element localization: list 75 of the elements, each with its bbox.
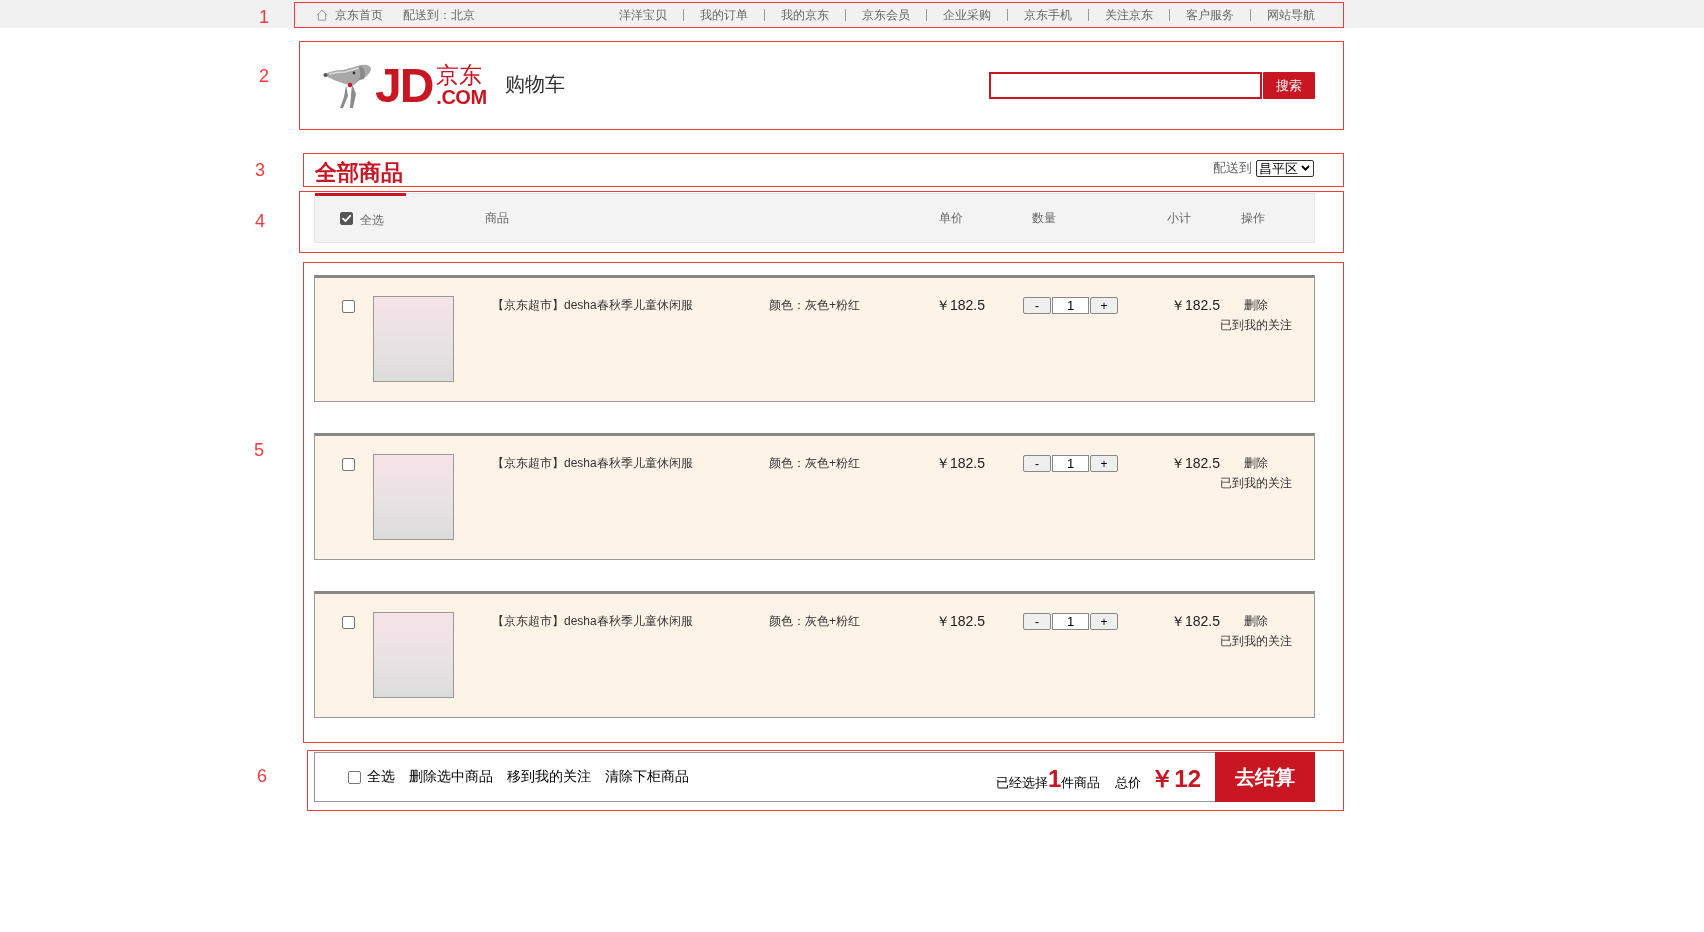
quantity-input[interactable]: 1 [1052, 297, 1089, 314]
delivery-location[interactable]: 配送到：北京 [403, 6, 475, 24]
action-link[interactable]: 清除下柜商品 [605, 768, 689, 786]
chevron-down-icon [1301, 165, 1310, 171]
checkbox[interactable] [348, 770, 361, 784]
logo-domain-text: .COM [436, 87, 487, 107]
decrement-button[interactable]: - [1023, 297, 1051, 314]
unit-price-column-header: 单价 [939, 209, 964, 227]
quantity-input[interactable]: 1 [1052, 613, 1089, 630]
annotation-number: 1 [259, 7, 269, 27]
unit-price: ￥182.5 [936, 296, 987, 314]
home-icon [316, 9, 328, 21]
nav-link[interactable]: 我的订单 [700, 6, 748, 24]
product-attributes: 颜色：灰色+粉红 [769, 297, 861, 314]
total-price: ￥12 [1150, 764, 1201, 794]
nav-link[interactable]: 我的京东 [781, 6, 829, 24]
logo-letters: JD [375, 62, 433, 109]
action-link[interactable]: 移到我的关注 [507, 768, 591, 786]
home-link[interactable]: 京东首页 [316, 6, 383, 24]
checkbox[interactable] [342, 458, 355, 471]
subtotal-price: ￥182.5 [1171, 612, 1219, 630]
quantity-input[interactable]: 1 [1052, 455, 1089, 472]
action-link[interactable]: 已到我的关注 [1220, 474, 1292, 492]
decrement-button[interactable]: - [1023, 455, 1051, 472]
nav-link[interactable]: 洋洋宝贝 [619, 6, 667, 24]
page-title: 购物车 [504, 72, 565, 97]
increment-button[interactable]: + [1090, 297, 1118, 314]
select-all-label: 全选 [367, 768, 395, 786]
unit-price: ￥182.5 [936, 454, 987, 472]
product-column-header: 商品 [485, 209, 510, 227]
action-link[interactable]: 删除 [1244, 612, 1268, 630]
checkbox[interactable] [340, 211, 353, 225]
increment-button[interactable]: + [1090, 455, 1118, 472]
delivery-label: 配送到 [1213, 159, 1252, 177]
search-input[interactable] [989, 72, 1262, 99]
product-title-link[interactable]: 【京东超市】desha春秋季儿童休闲服 [492, 612, 769, 630]
annotation-number: 2 [259, 66, 269, 86]
logo-chinese-text: 京东 [436, 64, 484, 87]
checkbox[interactable] [342, 300, 355, 313]
region-dropdown[interactable]: 昌平区 [1256, 159, 1314, 177]
checkbox[interactable] [342, 616, 355, 629]
nav-link[interactable]: 关注京东 [1105, 6, 1153, 24]
section-title: 全部商品 [315, 160, 403, 186]
product-attributes: 颜色：灰色+粉红 [769, 613, 861, 630]
checkout-button[interactable]: 去结算 [1215, 752, 1315, 802]
subtotal-price: ￥182.5 [1171, 296, 1219, 314]
nav-link[interactable]: 企业采购 [943, 6, 991, 24]
dog-logo-icon [323, 62, 373, 109]
search-button[interactable]: 搜索 [1263, 72, 1315, 99]
product-title-link[interactable]: 【京东超市】desha春秋季儿童休闲服 [492, 296, 769, 314]
action-link[interactable]: 已到我的关注 [1220, 316, 1292, 334]
annotation-number: 3 [255, 160, 265, 180]
selected-count-text: 已经选择1件商品 [995, 765, 1101, 793]
annotation-number: 6 [257, 766, 267, 786]
product-title-link[interactable]: 【京东超市】desha春秋季儿童休闲服 [492, 454, 769, 472]
nav-link[interactable]: 客户服务 [1186, 6, 1234, 24]
quantity-column-header: 数量 [1032, 209, 1057, 227]
nav-link[interactable]: 京东手机 [1024, 6, 1072, 24]
total-label: 总价 [1115, 774, 1142, 792]
increment-button[interactable]: + [1090, 613, 1118, 630]
product-attributes: 颜色：灰色+粉红 [769, 455, 861, 472]
action-link[interactable]: 已到我的关注 [1220, 632, 1292, 650]
subtotal-column-header: 小计 [1167, 209, 1192, 227]
nav-link[interactable]: 网站导航 [1267, 6, 1315, 24]
actions-column-header: 操作 [1241, 209, 1266, 227]
select-all-label: 全选 [360, 211, 384, 229]
annotation-number: 5 [254, 440, 264, 460]
subtotal-price: ￥182.5 [1171, 454, 1219, 472]
unit-price: ￥182.5 [936, 612, 987, 630]
annotation-number: 4 [255, 211, 265, 231]
nav-link[interactable]: 京东会员 [862, 6, 910, 24]
action-link[interactable]: 删除 [1244, 296, 1268, 314]
action-link[interactable]: 删除 [1244, 454, 1268, 472]
action-link[interactable]: 删除选中商品 [409, 768, 493, 786]
decrement-button[interactable]: - [1023, 613, 1051, 630]
